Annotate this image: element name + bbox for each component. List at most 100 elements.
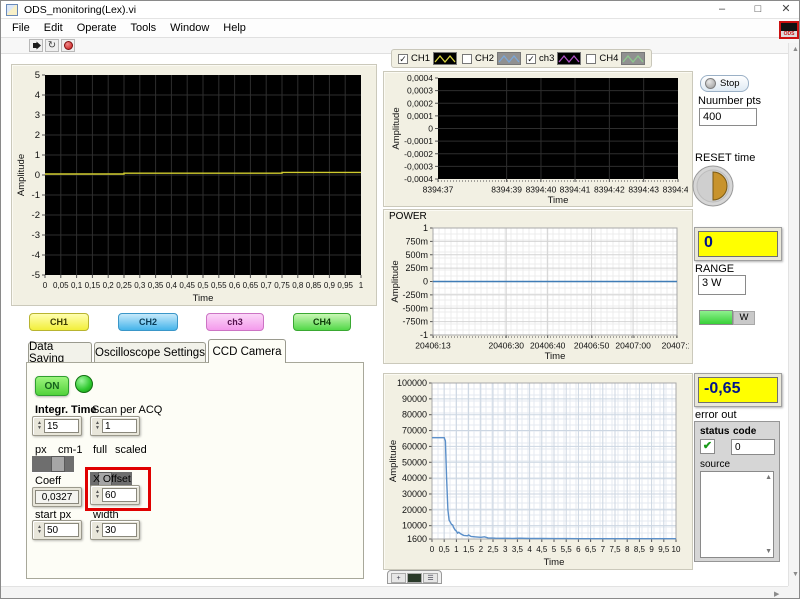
stop-button[interactable]: Stop [700, 75, 749, 92]
vertical-scrollbar[interactable]: ▲ ▼ [788, 43, 800, 586]
menu-window[interactable]: Window [163, 22, 216, 34]
power-chart: 20406:1320406:3020406:4020406:5020407:00… [385, 222, 689, 364]
svg-text:Time: Time [544, 557, 565, 567]
error-out-label: error out [695, 409, 737, 421]
reset-time-knob[interactable] [691, 164, 735, 211]
width-input[interactable] [102, 523, 137, 537]
svg-text:0,9: 0,9 [324, 281, 336, 290]
start-px-input[interactable] [44, 523, 79, 537]
scan-per-acq-input[interactable] [102, 419, 137, 433]
integr-time-spinner: ▲▼ [32, 416, 82, 436]
svg-text:1: 1 [454, 545, 459, 554]
menu-edit[interactable]: Edit [37, 22, 70, 34]
svg-text:0,0004: 0,0004 [407, 74, 433, 83]
graph-palette[interactable]: + ☰ [387, 570, 442, 584]
switch-handle[interactable] [51, 456, 65, 472]
run-button[interactable] [29, 39, 43, 52]
svg-text:0,15: 0,15 [85, 281, 101, 290]
ch1-checkbox[interactable]: ✓ [398, 54, 408, 64]
ch4-line-sample[interactable] [621, 52, 645, 65]
svg-text:3: 3 [35, 110, 40, 121]
full-label: full [93, 444, 107, 456]
svg-text:-2: -2 [32, 210, 40, 221]
close-button[interactable]: ✕ [771, 1, 800, 19]
svg-text:0: 0 [430, 545, 435, 554]
spinner-arrows-icon[interactable]: ▲▼ [93, 523, 102, 537]
ch2-line-sample[interactable] [497, 52, 521, 65]
legend-label: CH2 [475, 53, 494, 64]
svg-text:2,5: 2,5 [487, 545, 499, 554]
ch1-line-sample[interactable] [433, 52, 457, 65]
px-cm1-switch[interactable] [32, 456, 74, 472]
abort-button[interactable] [61, 39, 75, 52]
svg-text:6: 6 [576, 545, 581, 554]
run-continuous-icon: ↻ [48, 41, 56, 51]
svg-text:70000: 70000 [402, 426, 427, 436]
ch3-checkbox[interactable]: ✓ [526, 54, 536, 64]
spinner-arrows-icon[interactable]: ▲▼ [35, 419, 44, 433]
pan-tool-icon[interactable]: ☰ [423, 573, 438, 583]
minimize-button[interactable]: – [707, 1, 737, 19]
svg-text:Time: Time [548, 195, 569, 205]
coeff-label: Coeff [35, 475, 61, 487]
svg-text:-0,0001: -0,0001 [404, 136, 433, 146]
ch3-line-sample[interactable] [557, 52, 581, 65]
svg-text:20406:40: 20406:40 [530, 341, 566, 351]
title-bar: ODS_monitoring(Lex).vi [1, 1, 800, 19]
scrollbar-up-icon[interactable]: ▲ [792, 46, 799, 53]
cm-1-label: cm-1 [58, 444, 82, 456]
resize-grip[interactable] [788, 586, 800, 599]
coeff-indicator: 0,0327 [32, 487, 82, 507]
scrollbar-right-icon[interactable]: ▶ [774, 590, 779, 598]
spinner-arrows-icon[interactable]: ▲▼ [35, 523, 44, 537]
source-textarea[interactable]: ▲ ▼ [700, 471, 774, 558]
svg-text:-750m: -750m [402, 317, 428, 327]
svg-text:3: 3 [503, 545, 508, 554]
cursor-tool-icon[interactable]: + [391, 573, 406, 583]
svg-text:0: 0 [43, 281, 48, 290]
svg-text:10000: 10000 [402, 521, 427, 531]
range-label: RANGE [695, 263, 734, 275]
number-pts-input[interactable] [699, 108, 757, 126]
menu-help[interactable]: Help [216, 22, 253, 34]
svg-text:-0,0004: -0,0004 [404, 174, 433, 184]
scroll-up-icon[interactable]: ▲ [765, 474, 772, 481]
svg-text:4: 4 [527, 545, 532, 554]
on-button[interactable]: ON [35, 376, 69, 396]
scaled-label: scaled [115, 444, 147, 456]
vi-icon [6, 4, 18, 16]
legend-entry-ch1: ✓ CH1 [398, 52, 457, 65]
ch3-button[interactable]: ch3 [206, 313, 264, 331]
ch2-button[interactable]: CH2 [118, 313, 178, 331]
run-continuous-button[interactable]: ↻ [45, 39, 59, 52]
scrollbar-down-icon[interactable]: ▼ [792, 571, 799, 578]
svg-text:8394:40: 8394:40 [526, 185, 557, 195]
maximize-button[interactable]: □ [743, 1, 773, 19]
range-select[interactable]: 3 W [698, 275, 746, 295]
spinner-arrows-icon[interactable]: ▲▼ [93, 419, 102, 433]
svg-text:-1: -1 [32, 190, 40, 201]
svg-text:0,2: 0,2 [103, 281, 115, 290]
ch1-button[interactable]: CH1 [29, 313, 89, 331]
ch2-checkbox[interactable] [462, 54, 472, 64]
horizontal-scrollbar[interactable]: ▶ [1, 586, 788, 599]
svg-text:Time: Time [545, 351, 566, 361]
scroll-down-icon[interactable]: ▼ [765, 548, 772, 555]
menu-tools[interactable]: Tools [123, 22, 163, 34]
tab-data-saving[interactable]: Data Saving [28, 342, 92, 363]
integr-time-input[interactable] [44, 419, 79, 433]
menu-operate[interactable]: Operate [70, 22, 124, 34]
zoom-tool-icon[interactable] [407, 573, 422, 583]
svg-text:0,95: 0,95 [337, 281, 353, 290]
svg-text:8394:37: 8394:37 [423, 185, 454, 195]
svg-text:0,8: 0,8 [292, 281, 304, 290]
ch4-checkbox[interactable] [586, 54, 596, 64]
svg-text:5: 5 [35, 70, 40, 81]
ch4-button[interactable]: CH4 [293, 313, 351, 331]
menu-file[interactable]: File [5, 22, 37, 34]
legend-entry-ch4: CH4 [586, 52, 645, 65]
tab-oscilloscope-settings[interactable]: Oscilloscope Settings [94, 342, 206, 363]
tab-ccd-camera[interactable]: CCD Camera [208, 339, 286, 363]
svg-text:500m: 500m [405, 250, 428, 260]
code-input[interactable] [731, 439, 775, 455]
